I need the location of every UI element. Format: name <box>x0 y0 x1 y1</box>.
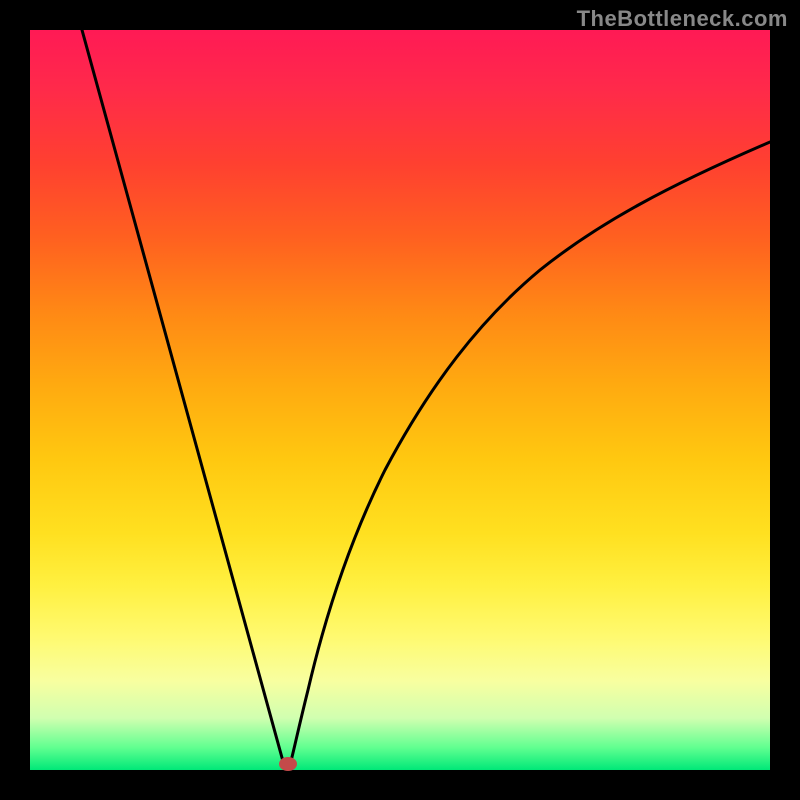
chart-container: TheBottleneck.com <box>0 0 800 800</box>
watermark-text: TheBottleneck.com <box>577 6 788 32</box>
plot-area <box>30 30 770 770</box>
curve-svg <box>30 30 770 770</box>
optimal-point-marker <box>279 757 297 771</box>
curve-right-branch <box>290 142 770 765</box>
curve-left-branch <box>82 30 284 765</box>
